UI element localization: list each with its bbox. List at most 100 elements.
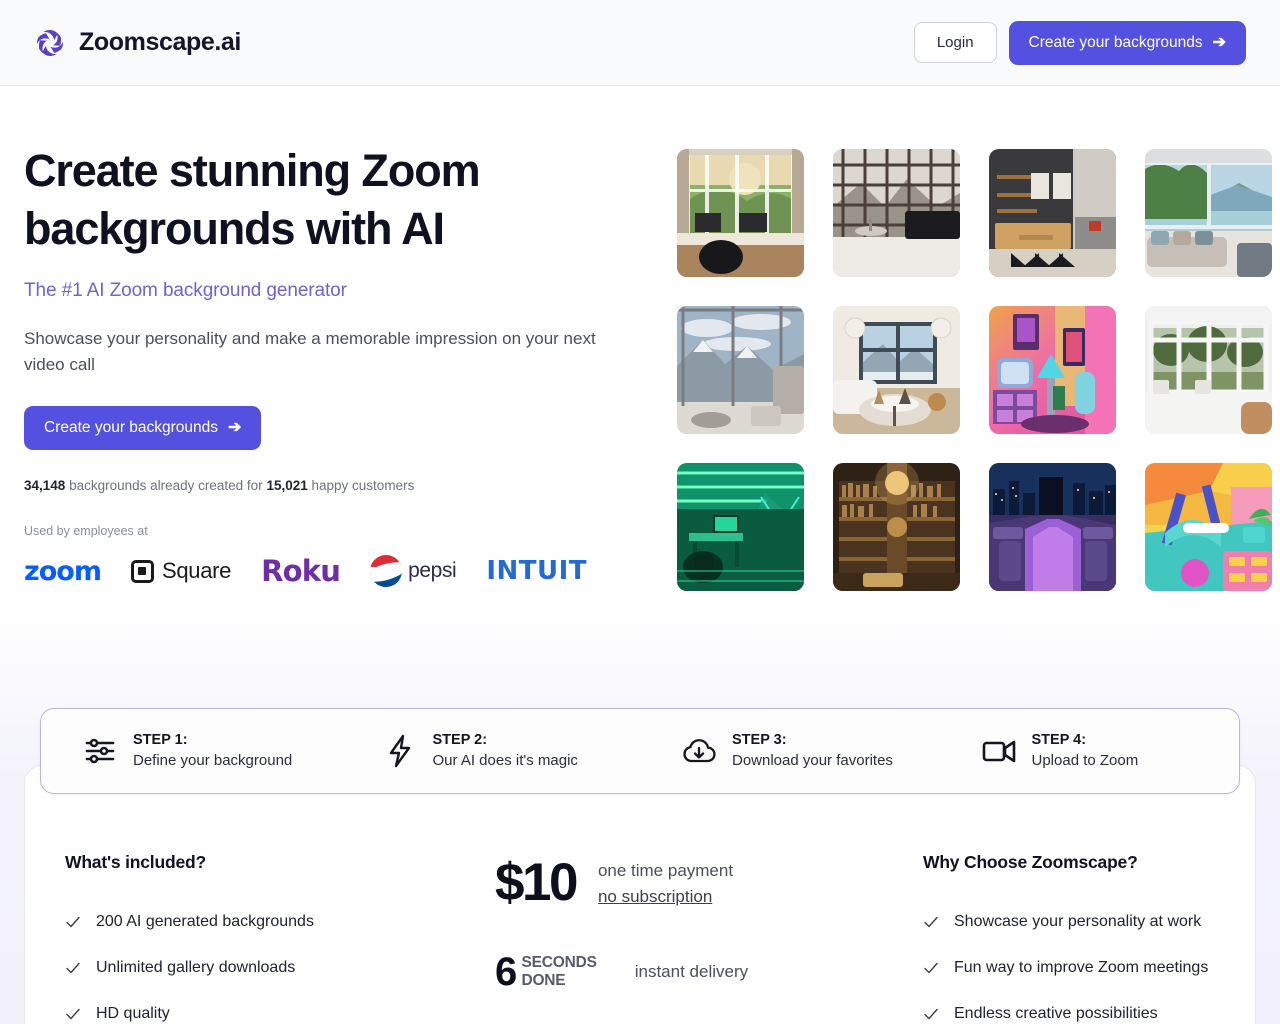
step-3: STEP 3: Download your favorites [640,730,940,772]
arrow-right-icon: ➔ [1212,33,1226,51]
gallery-thumb-snowy-mountain-window[interactable] [677,306,804,434]
hero-section: Create stunning Zoom backgrounds with AI… [0,86,1280,591]
hero-cta-label: Create your backgrounds [44,419,219,436]
stats-middle-text: backgrounds already created for [69,478,263,493]
gallery-thumb-neon-retro-room[interactable] [989,306,1116,434]
header-create-backgrounds-button[interactable]: Create your backgrounds ➔ [1008,20,1246,65]
step-1: STEP 1: Define your background [41,730,341,772]
hero-create-backgrounds-button[interactable]: Create your backgrounds ➔ [24,406,262,450]
zoom-logo: zoom [24,555,102,587]
list-item: 200 AI generated backgrounds [65,899,471,945]
price-column: $10 one time payment no subscription 6 S… [471,852,901,1024]
included-column: What's included? 200 AI generated backgr… [41,852,471,1024]
gallery-thumb-dark-living-room-shelves[interactable] [989,149,1116,277]
list-item-label: Showcase your personality at work [954,913,1202,930]
speed-unit-line1: SECONDS [521,954,597,971]
brand-logo-group[interactable]: Zoomscape.ai [34,27,241,59]
gallery-thumb-white-sofa-mountain[interactable] [833,306,960,434]
square-mark-icon [130,559,154,583]
gallery-thumb-warm-library[interactable] [833,463,960,591]
pepsi-globe-icon [370,555,403,587]
price-note-line1: one time payment [597,861,734,880]
check-icon [923,960,939,976]
aperture-icon [34,27,66,59]
list-item-label: Fun way to improve Zoom meetings [954,959,1209,976]
price-row: $10 one time payment no subscription [495,856,901,910]
intuit-logo: INTUIT [486,556,588,586]
included-feature-list: 200 AI generated backgrounds Unlimited g… [65,899,471,1024]
stats-suffix-text: happy customers [311,478,415,493]
why-column: Why Choose Zoomscape? Showcase your pers… [901,852,1239,1024]
step-2-title: STEP 2: [432,732,488,748]
lightning-bolt-icon [381,732,419,770]
backgrounds-count: 34,148 [24,478,66,493]
list-item: Showcase your personality at work [923,899,1239,945]
header-actions: Login Create your backgrounds ➔ [913,20,1246,65]
why-feature-list: Showcase your personality at work Fun wa… [923,899,1239,1024]
page-title: Create stunning Zoom backgrounds with AI [24,145,481,254]
speed-description: instant delivery [634,962,749,981]
check-icon [65,1006,81,1022]
hero-cta-wrap: Create your backgrounds ➔ [24,406,642,450]
step-4-desc: Upload to Zoom [1031,752,1139,769]
price-note: one time payment no subscription [598,856,733,910]
video-camera-icon [980,732,1018,770]
social-proof-stats: 34,148 backgrounds already created for 1… [24,478,642,493]
hero-description: Showcase your personality and make a mem… [24,329,596,374]
site-header: Zoomscape.ai Login Create your backgroun… [0,0,1280,86]
included-title: What's included? [65,852,206,872]
square-logo-label: Square [161,558,232,583]
price-amount: $10 [495,853,578,912]
pepsi-logo-label: pepsi [408,559,457,582]
step-4-text: STEP 4: Upload to Zoom [1032,730,1139,772]
step-3-text: STEP 3: Download your favorites [732,730,893,772]
square-logo: Square [130,558,232,584]
check-icon [923,914,939,930]
step-1-desc: Define your background [133,752,293,769]
pricing-card: What's included? 200 AI generated backgr… [24,765,1256,1024]
gallery-thumb-lakeside-lounge[interactable] [1145,149,1272,277]
customers-count: 15,021 [266,478,308,493]
speed-unit-line2: DONE [521,972,566,989]
step-4-title: STEP 4: [1031,732,1087,748]
step-3-desc: Download your favorites [732,752,893,769]
list-item-label: Unlimited gallery downloads [96,959,296,976]
check-icon [65,914,81,930]
lower-section: What's included? 200 AI generated backgr… [0,600,1280,1024]
list-item: HD quality [65,991,471,1024]
step-3-title: STEP 3: [732,732,787,748]
pepsi-logo: pepsi [370,555,457,587]
gallery-thumb-loft-grid-windows-mountain[interactable] [833,149,960,277]
step-2-desc: Our AI does it's magic [432,752,578,769]
steps-bar: STEP 1: Define your background STEP 2: O… [40,708,1240,794]
list-item-label: Endless creative possibilities [954,1005,1158,1022]
hero-copy: Create stunning Zoom backgrounds with AI… [24,142,642,591]
speed-number: 6 [495,950,517,994]
speed-unit: SECONDS DONE [521,954,596,990]
login-button[interactable]: Login [913,22,997,63]
roku-logo: Roku [261,554,341,588]
pricing-card-body: What's included? 200 AI generated backgr… [25,852,1255,1024]
step-1-title: STEP 1: [133,732,188,748]
gallery-thumb-night-city-rooftop[interactable] [989,463,1116,591]
list-item: Fun way to improve Zoom meetings [923,945,1239,991]
speed-row: 6 SECONDS DONE instant delivery [495,952,901,992]
used-by-label: Used by employees at [24,524,148,538]
gallery-thumb-glass-house-garden[interactable] [1145,306,1272,434]
gallery-thumb-office-forest-windows[interactable] [677,149,804,277]
list-item-label: HD quality [96,1005,170,1022]
list-item: Endless creative possibilities [923,991,1239,1024]
price-note-line2: no subscription [597,887,713,906]
cloud-download-icon [680,732,718,770]
check-icon [65,960,81,976]
step-2: STEP 2: Our AI does it's magic [341,730,641,772]
hero-subheading: The #1 AI Zoom background generator [24,280,347,301]
step-4: STEP 4: Upload to Zoom [940,730,1240,772]
gallery-thumb-colorful-abstract-room[interactable] [1145,463,1272,591]
customer-logo-row: zoom Square Roku pepsi INTUIT [24,554,642,588]
brand-name: Zoomscape.ai [79,28,241,56]
gallery-thumb-green-neon-office[interactable] [677,463,804,591]
list-item-label: 200 AI generated backgrounds [96,913,314,930]
check-icon [923,1006,939,1022]
list-item: Unlimited gallery downloads [65,945,471,991]
